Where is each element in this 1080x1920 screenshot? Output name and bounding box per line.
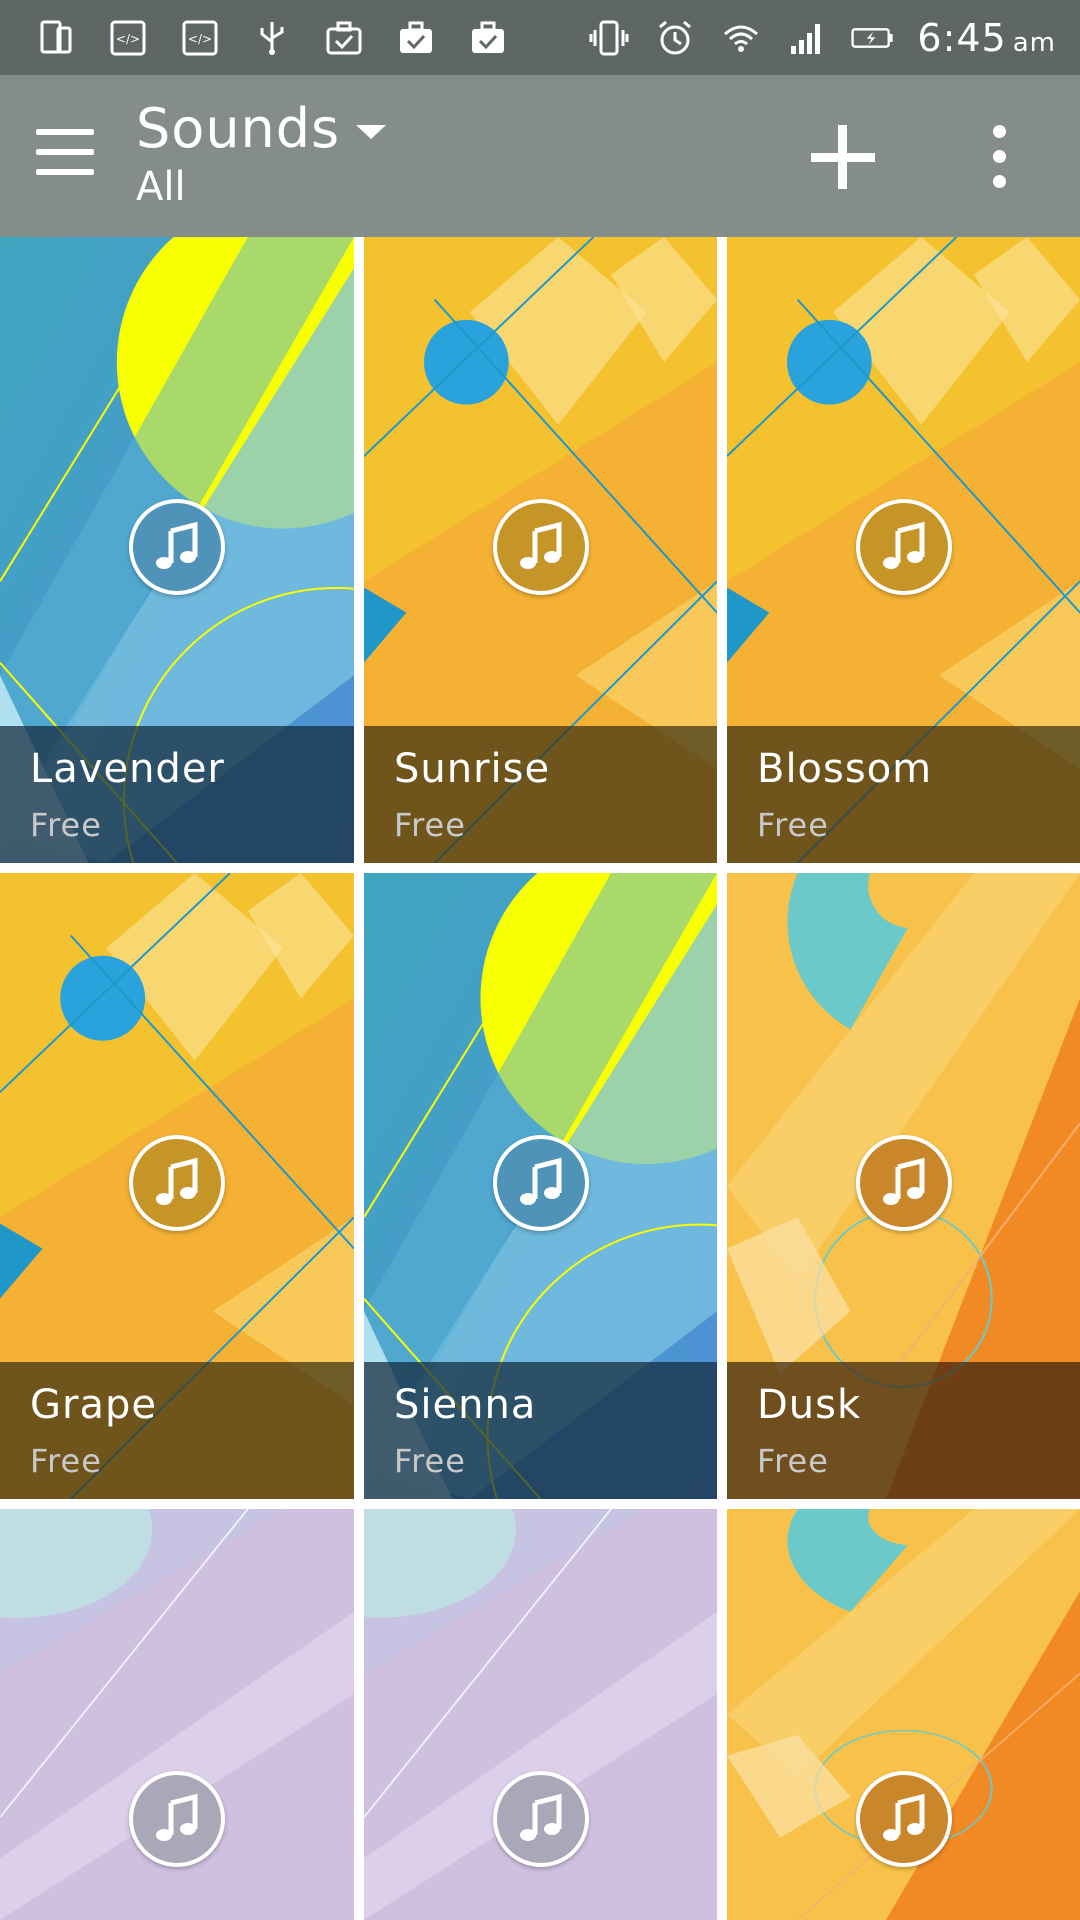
theme-caption: Grape Free [0,1362,354,1499]
theme-price: Free [394,1442,466,1480]
music-note-icon[interactable] [855,499,952,595]
svg-text:</>: </> [188,32,212,46]
clock: 6:45 am [917,15,1056,60]
app-bar: Sounds All [0,75,1080,237]
page-subtitle: All [136,164,186,210]
theme-tile[interactable] [0,1509,354,1920]
theme-name: Sunrise [394,746,551,792]
theme-name: Sienna [394,1382,537,1428]
vibrate-icon [587,16,631,60]
music-note-icon[interactable] [855,1135,952,1231]
music-note-icon[interactable] [129,499,225,595]
theme-tile[interactable] [727,1509,1080,1920]
theme-caption: Sienna Free [364,1362,717,1499]
theme-tile[interactable]: Lavender Free [0,237,354,863]
music-note-icon[interactable] [492,1135,589,1231]
tablet-icon [34,16,78,60]
theme-price: Free [757,1442,829,1480]
briefcase-check-icon [322,16,366,60]
music-note-icon[interactable] [492,499,589,595]
theme-caption: Sunrise Free [364,726,717,863]
plus-icon[interactable] [808,123,878,193]
battery-charging-icon [851,16,895,60]
theme-price: Free [394,806,466,844]
theme-price: Free [30,1442,102,1480]
theme-tile[interactable]: Grape Free [0,873,354,1499]
usb-icon [250,16,294,60]
theme-name: Grape [30,1382,157,1428]
svg-text:</>: </> [116,32,140,46]
page-title: Sounds [136,97,341,160]
signal-icon [785,16,829,60]
category-dropdown[interactable]: Sounds [136,97,387,160]
status-bar: </> </> 6:45 am [0,0,1080,75]
theme-tile[interactable]: Blossom Free [727,237,1080,863]
title-block: Sounds All [136,97,387,210]
code-icon: </> [106,16,150,60]
briefcase-check-icon [394,16,438,60]
dropdown-arrow-icon [356,124,387,139]
wifi-icon [719,16,763,60]
theme-name: Lavender [30,746,225,792]
theme-tile[interactable]: Sunrise Free [364,237,717,863]
theme-tile[interactable] [364,1509,717,1920]
theme-price: Free [30,806,102,844]
theme-caption: Dusk Free [727,1362,1080,1499]
theme-name: Blossom [757,746,933,792]
theme-price: Free [757,806,829,844]
music-note-icon[interactable] [129,1135,225,1231]
theme-grid: Lavender Free Sunrise Free Blossom Free [0,237,1080,1920]
music-note-icon[interactable] [129,1771,225,1867]
theme-name: Dusk [757,1382,862,1428]
code-icon: </> [178,16,222,60]
theme-caption: Blossom Free [727,726,1080,863]
theme-tile[interactable]: Dusk Free [727,873,1080,1499]
alarm-icon [653,16,697,60]
theme-tile[interactable]: Sienna Free [364,873,717,1499]
hamburger-menu-icon[interactable] [36,129,96,179]
music-note-icon[interactable] [855,1771,952,1867]
theme-caption: Lavender Free [0,726,354,863]
briefcase-check-icon [466,16,510,60]
music-note-icon[interactable] [492,1771,589,1867]
more-vert-icon[interactable] [990,125,1010,189]
